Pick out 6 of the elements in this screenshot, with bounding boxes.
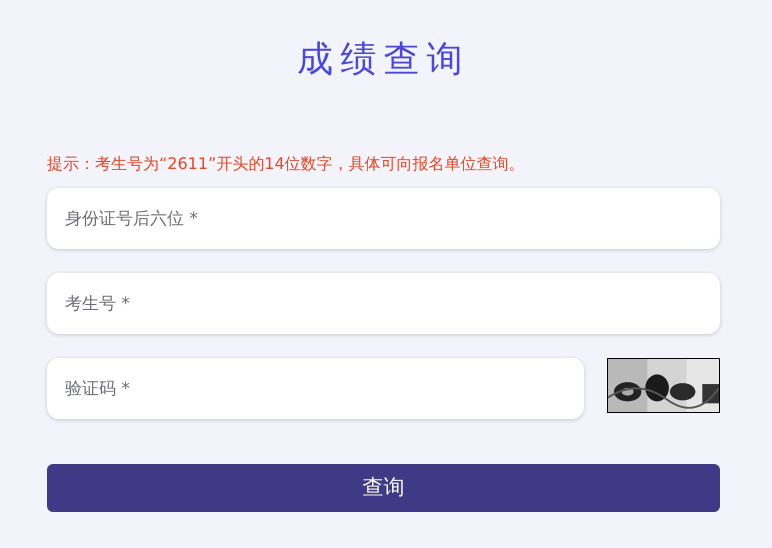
hint-text: 提示：考生号为“2611”开头的14位数字，具体可向报名单位查询。 [47,153,525,175]
query-button[interactable]: 查询 [47,464,720,512]
input-field[interactable]: 验证码 * [47,358,584,419]
page-title: 成绩查询 [297,38,470,82]
input-field[interactable]: 身份证号后六位 * [47,188,720,249]
input-field[interactable]: 考生号 * [47,273,720,334]
